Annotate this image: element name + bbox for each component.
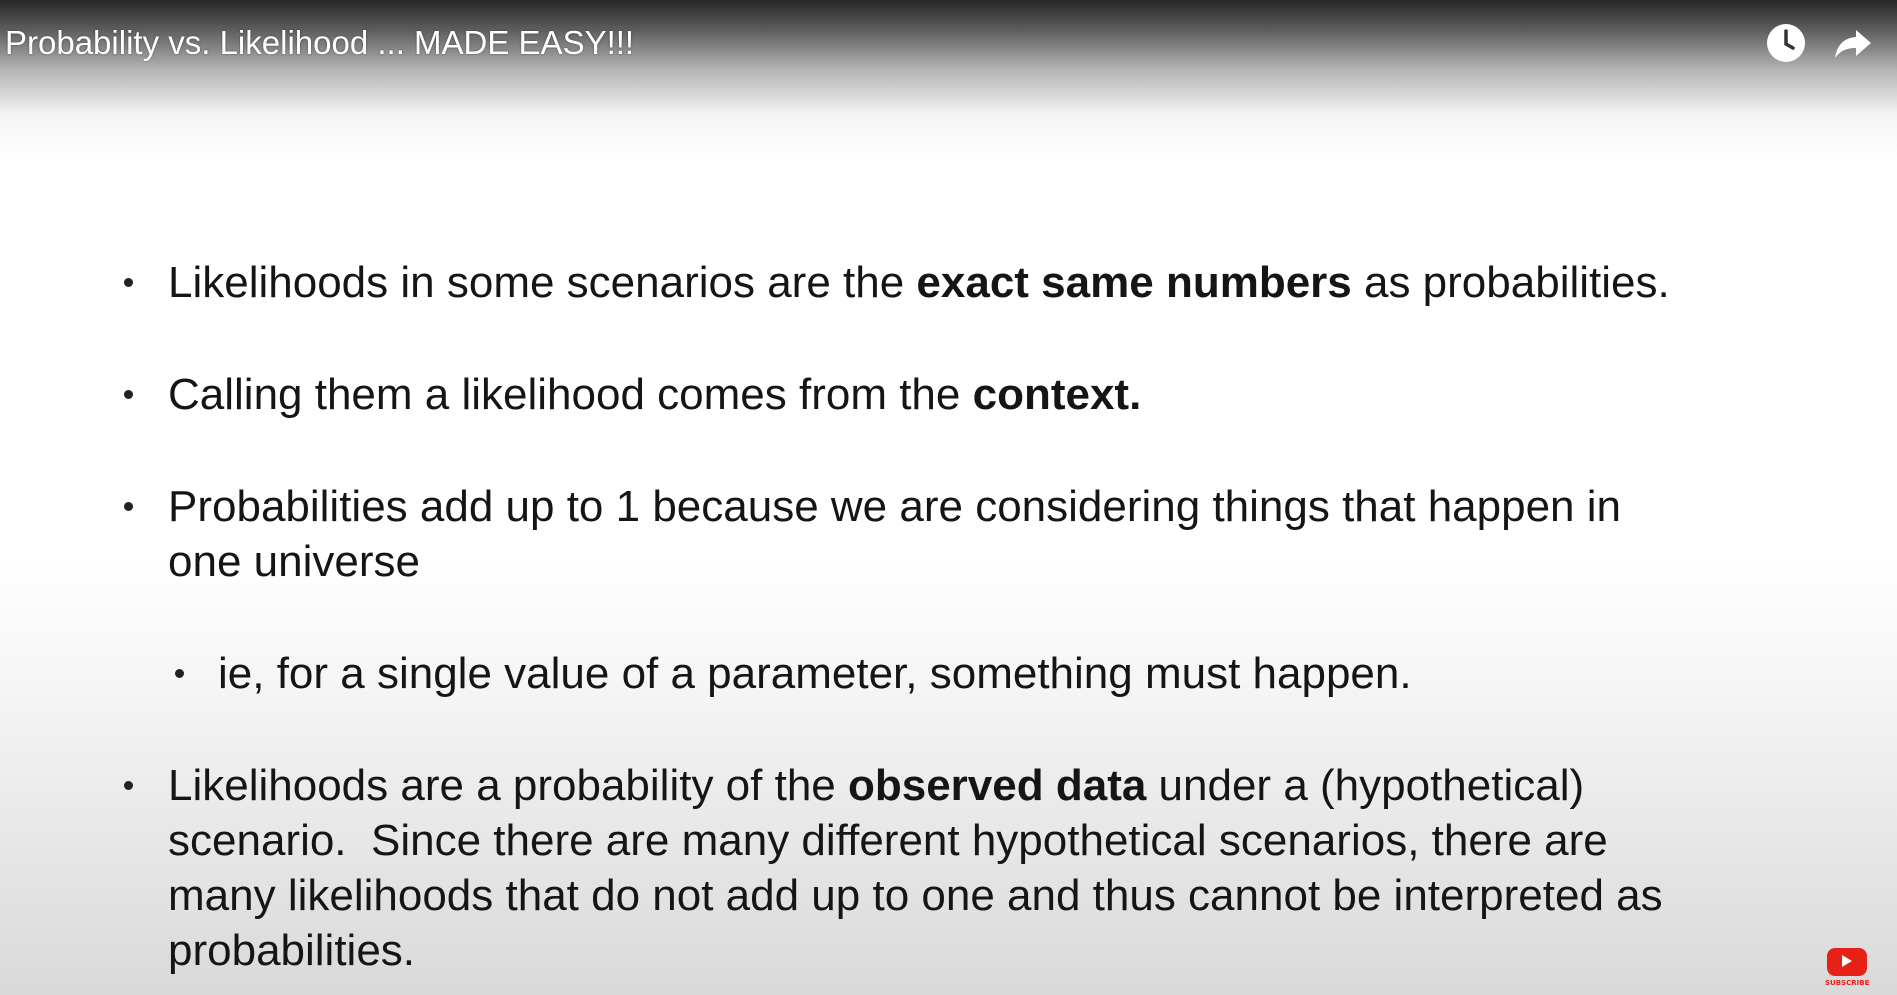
bullet-dot: [124, 781, 133, 790]
bullet-text-line-1: Likelihoods are a probability of the obs…: [168, 758, 1584, 813]
bullet-text-line-2: scenario. Since there are many different…: [168, 816, 1608, 865]
bullet-dot: [124, 390, 133, 399]
bullet-emphasis: observed data: [847, 761, 1147, 810]
play-triangle-icon: [1842, 955, 1852, 967]
subscribe-label: SUBSCRIBE: [1825, 979, 1870, 987]
bullet-text-line-2: one universe: [168, 537, 420, 586]
bullet-text-line-3: many likelihoods that do not add up to o…: [168, 871, 1663, 920]
bullet-text-part: as probabilities.: [1351, 258, 1670, 307]
bullet-text-part: Likelihoods are a probability of the: [168, 761, 848, 810]
bullet-text: Likelihoods in some scenarios are the ex…: [168, 255, 1670, 310]
bullet-text-part: Calling them a likelihood comes from the: [168, 370, 973, 419]
youtube-subscribe-icon[interactable]: SUBSCRIBE: [1825, 946, 1869, 990]
bullet-emphasis: context.: [972, 370, 1142, 419]
bullet-dot: [175, 669, 184, 678]
bullet-text-line-4: probabilities.: [168, 926, 416, 975]
bullet-text-line-1: Probabilities add up to 1 because we are…: [168, 482, 1621, 531]
bullet-text-part: Likelihoods in some scenarios are the: [168, 258, 917, 307]
share-arrow-icon[interactable]: [1832, 22, 1874, 64]
bullet-dot: [124, 278, 133, 287]
bullet-text: Calling them a likelihood comes from the…: [168, 367, 1141, 422]
clock-icon[interactable]: [1765, 22, 1807, 64]
video-frame[interactable]: Probability vs. Likelihood ... MADE EASY…: [0, 0, 1897, 995]
bullet-dot: [124, 502, 133, 511]
bullet-emphasis: exact same numbers: [916, 258, 1352, 307]
bullet-text: ie, for a single value of a parameter, s…: [218, 649, 1412, 698]
video-title[interactable]: Probability vs. Likelihood ... MADE EASY…: [5, 24, 634, 62]
bullet-text-part: under a (hypothetical): [1146, 761, 1585, 810]
